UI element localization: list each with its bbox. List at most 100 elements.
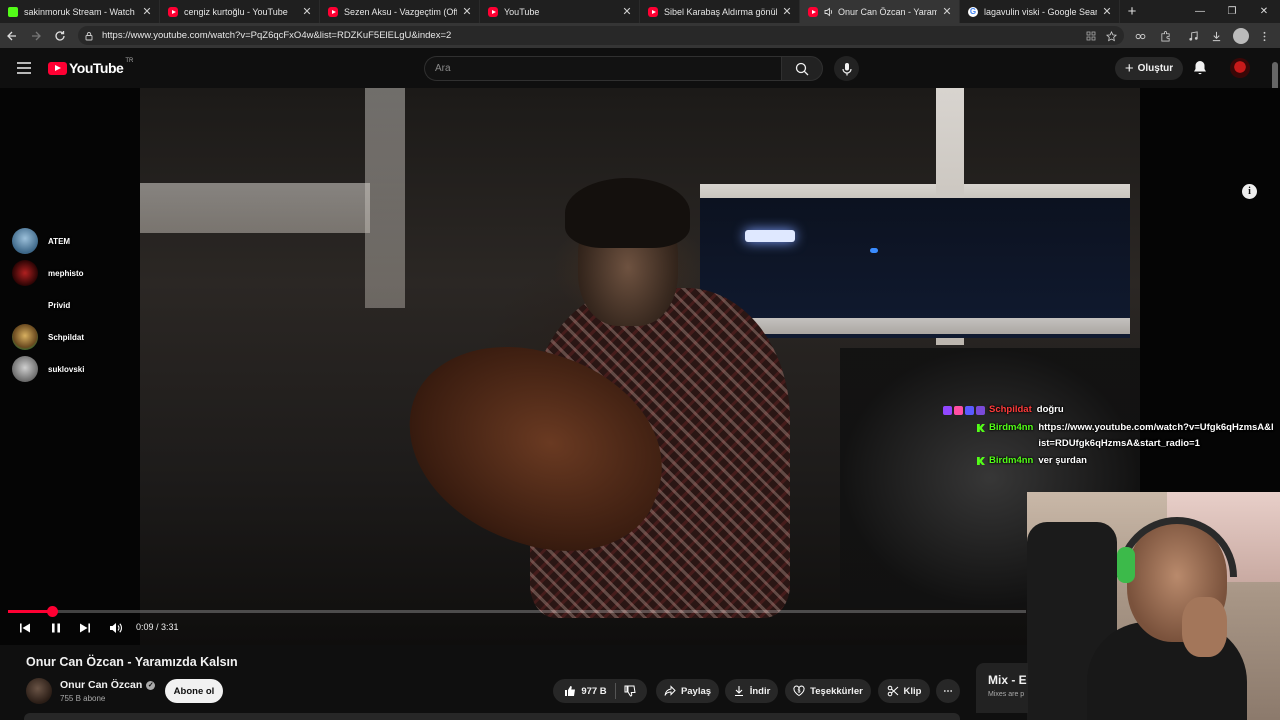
streamer-hand — [1182, 597, 1227, 657]
restore-icon[interactable]: ❐ — [1216, 6, 1248, 17]
skip-next-icon — [80, 623, 90, 633]
create-button[interactable]: + Oluştur — [1115, 57, 1183, 80]
browser-tab[interactable]: cengiz kurtoğlu - YouTube ✕ — [160, 0, 320, 23]
mix-playlist-panel[interactable]: Mix - E Mixes are p — [976, 663, 1028, 713]
speaker-icon[interactable] — [824, 7, 834, 17]
heart-badge-icon — [954, 405, 963, 415]
close-icon[interactable]: ✕ — [461, 5, 473, 18]
close-icon[interactable]: ✕ — [301, 5, 313, 18]
info-icon[interactable]: i — [1242, 184, 1257, 199]
youtube-logo[interactable]: YouTube TR — [48, 58, 133, 76]
viewer-name: Privid — [48, 300, 71, 310]
voice-search-button[interactable] — [834, 56, 859, 81]
extension-icon[interactable] — [1133, 29, 1147, 43]
user-avatar[interactable] — [1230, 58, 1250, 78]
chat-message: Birdm4nn https://www.youtube.com/watch?v… — [934, 420, 1280, 452]
chat-username: Schpildat — [989, 404, 1032, 415]
dislike-button[interactable] — [616, 685, 636, 697]
channel-name-row[interactable]: Onur Can Özcan ✓ — [60, 679, 156, 691]
back-button[interactable] — [0, 24, 24, 48]
browser-tab[interactable]: Sibel Karabaş Aldırma gönül Aldırma ✕ — [640, 0, 800, 23]
viewer-name: mephisto — [48, 268, 84, 278]
svg-text:$: $ — [798, 689, 801, 695]
search-icon — [795, 62, 809, 75]
pause-icon — [52, 623, 60, 633]
clip-button[interactable]: Klip — [878, 679, 930, 703]
download-icon[interactable] — [1209, 29, 1223, 43]
apps-icon[interactable] — [1084, 29, 1098, 43]
forward-button[interactable] — [24, 24, 48, 48]
browser-tab-active[interactable]: Onur Can Özcan - Yaramızda Kal ✕ — [800, 0, 960, 23]
volume-button[interactable] — [107, 620, 125, 636]
chat-username: Birdm4nn — [989, 422, 1034, 433]
progress-played — [8, 610, 52, 613]
close-window-icon[interactable]: ✕ — [1248, 6, 1280, 17]
youtube-icon — [488, 6, 498, 17]
skip-previous-icon — [20, 623, 30, 633]
chat-text: ver şurdan — [1038, 455, 1087, 466]
profile-icon[interactable] — [1233, 28, 1249, 44]
download-icon — [734, 686, 743, 697]
search-input[interactable] — [425, 57, 781, 80]
share-button[interactable]: Paylaş — [656, 679, 719, 703]
window-light — [745, 230, 795, 242]
browser-tab[interactable]: YouTube ✕ — [480, 0, 640, 23]
browser-tab[interactable]: sakinmoruk Stream - Watch Live on ✕ — [0, 0, 160, 23]
thanks-button[interactable]: $ Teşekkürler — [785, 679, 871, 703]
next-button[interactable] — [76, 620, 94, 636]
puzzle-icon[interactable] — [1158, 29, 1172, 43]
mix-subtitle: Mixes are p — [988, 691, 1025, 698]
kick-icon — [8, 6, 18, 17]
media-icon[interactable] — [1186, 29, 1200, 43]
channel-name[interactable]: Onur Can Özcan — [60, 679, 142, 691]
like-count: 977 B — [581, 685, 607, 697]
star-icon[interactable] — [1104, 29, 1118, 43]
viewer-avatar — [12, 356, 38, 382]
wall-shelf — [140, 183, 370, 233]
window-light — [870, 248, 878, 253]
hamburger-menu-icon[interactable] — [14, 58, 34, 78]
like-button[interactable]: 977 B — [564, 683, 616, 699]
viewer-item: Privid — [12, 292, 70, 318]
close-icon[interactable]: ✕ — [621, 5, 633, 18]
sub-badge-icon — [943, 405, 952, 415]
reload-icon — [55, 30, 65, 41]
viewer-item: Schpildat — [12, 324, 84, 350]
pause-button[interactable] — [47, 620, 65, 636]
browser-toolbar: https://www.youtube.com/watch?v=PqZ6qcFx… — [0, 23, 1280, 48]
close-icon[interactable]: ✕ — [1101, 5, 1113, 18]
new-tab-button[interactable]: + — [1120, 0, 1144, 23]
close-icon[interactable]: ✕ — [141, 5, 153, 18]
more-horizontal-icon: ⋯ — [943, 685, 953, 697]
youtube-icon — [808, 6, 818, 17]
arrow-right-icon — [32, 31, 41, 40]
url-text[interactable]: https://www.youtube.com/watch?v=PqZ6qcFx… — [102, 30, 451, 41]
close-icon[interactable]: ✕ — [781, 5, 793, 18]
minimize-icon[interactable]: — — [1184, 6, 1216, 17]
description-box[interactable] — [24, 713, 960, 720]
notifications-bell-icon[interactable] — [1191, 59, 1209, 77]
stream-chat: Schpildat doğru Birdm4nn https://www.you… — [934, 316, 1280, 469]
thanks-label: Teşekkürler — [810, 685, 863, 697]
download-video-button[interactable]: İndir — [725, 679, 778, 703]
close-icon[interactable]: ✕ — [941, 5, 953, 18]
previous-button[interactable] — [16, 620, 34, 636]
browser-tab[interactable]: G lagavulin viski - Google Search ✕ — [960, 0, 1120, 23]
browser-tab[interactable]: Sezen Aksu - Vazgeçtim (Official Au ✕ — [320, 0, 480, 23]
kick-badge-icon — [977, 424, 985, 432]
address-bar[interactable]: https://www.youtube.com/watch?v=PqZ6qcFx… — [78, 26, 1124, 45]
more-actions-button[interactable]: ⋯ — [936, 679, 960, 703]
viewer-item: suklovski — [12, 356, 84, 382]
site-info-icon[interactable] — [84, 31, 94, 41]
progress-scrubber[interactable] — [46, 606, 58, 617]
search-button[interactable] — [781, 56, 823, 81]
reload-button[interactable] — [48, 24, 72, 48]
progress-bar[interactable] — [8, 606, 1026, 617]
channel-avatar[interactable] — [26, 678, 52, 704]
youtube-play-icon — [48, 61, 67, 75]
more-vertical-icon[interactable] — [1257, 29, 1271, 43]
viewer-avatar — [12, 324, 38, 350]
microphone-icon — [841, 62, 852, 75]
thumbs-down-icon — [624, 685, 636, 697]
subscribe-button[interactable]: Abone ol — [165, 679, 223, 703]
